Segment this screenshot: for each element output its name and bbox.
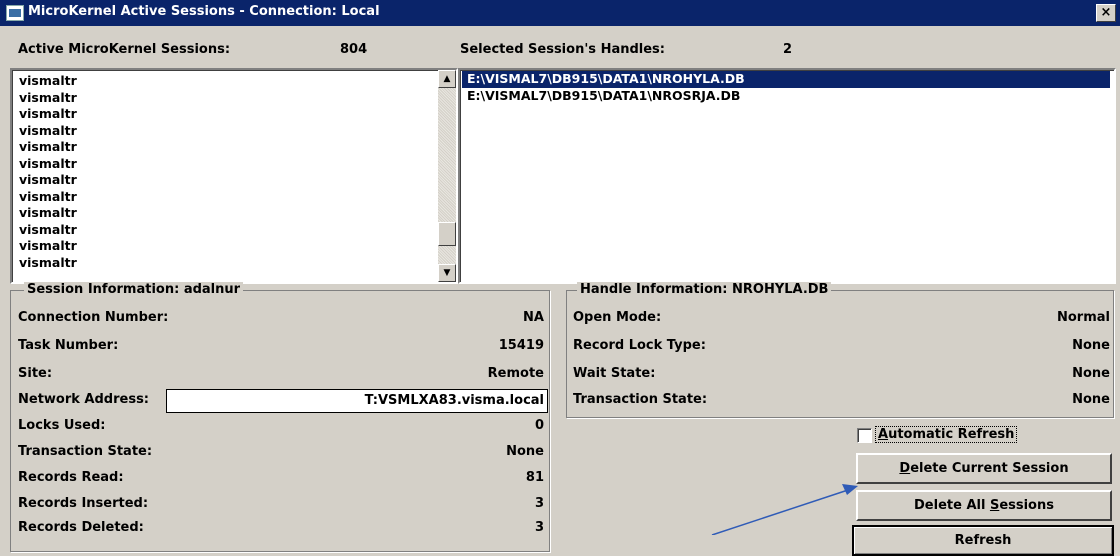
arrow-line bbox=[711, 489, 849, 535]
arrow-head bbox=[842, 484, 858, 495]
annotation-arrow bbox=[711, 484, 858, 535]
